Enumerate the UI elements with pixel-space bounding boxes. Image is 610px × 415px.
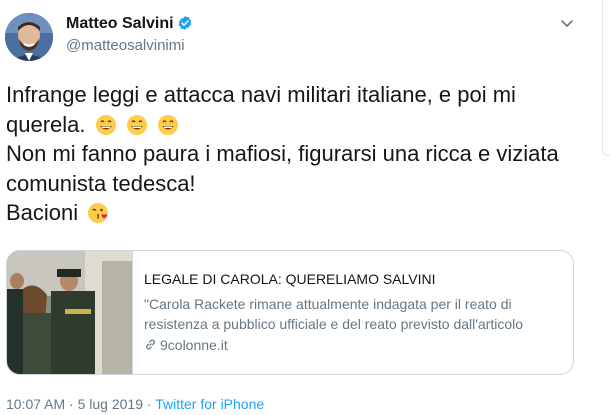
card-thumbnail-image (7, 251, 133, 374)
link-icon (145, 339, 156, 350)
tweet-line-2: querela. (6, 110, 576, 140)
tweet-source-link[interactable]: Twitter for iPhone (155, 396, 264, 412)
tweet-line-5: Bacioni (6, 198, 576, 228)
grinning-face-emoji-icon (157, 114, 178, 135)
display-name[interactable]: Matteo Salvini (66, 15, 193, 33)
card-title[interactable]: LEGALE DI CAROLA: QUERELIAMO SALVINI (144, 271, 436, 287)
verified-badge-icon (178, 16, 191, 30)
chevron-down-icon[interactable] (558, 14, 576, 32)
user-handle[interactable]: @matteosalvinimi (66, 37, 185, 54)
tweet-text: Infrange leggi e attacca navi militari i… (6, 80, 576, 228)
display-name-text[interactable]: Matteo Salvini (66, 15, 174, 32)
meta-separator: · (69, 396, 74, 412)
sidebar-panel-edge (602, 0, 610, 156)
meta-separator: · (146, 396, 152, 412)
tweet-line-2-text: querela. (6, 111, 86, 137)
grinning-face-emoji-icon (95, 114, 116, 135)
kissing-face-emoji-icon (88, 203, 109, 223)
tweet-container: Matteo Salvini @matteosalvinimi Infrange… (0, 0, 592, 415)
card-domain-text: 9colonne.it (160, 337, 228, 353)
card-description: "Carola Rackete rimane attualmente indag… (144, 294, 564, 334)
avatar[interactable] (5, 13, 53, 61)
tweet-line-4: comunista tedesca! (6, 170, 196, 196)
card-description-line-2: resistenza a pubblico ufficiale e del re… (144, 316, 524, 332)
tweet-line-1: Infrange leggi e attacca navi militari i… (6, 82, 516, 107)
tweet-line-3: Non mi fanno paura i mafiosi, figurarsi … (6, 141, 559, 166)
link-card[interactable]: LEGALE DI CAROLA: QUERELIAMO SALVINI "Ca… (6, 250, 574, 375)
tweet-meta: 10:07 AM · 5 lug 2019 · Twitter for iPho… (6, 396, 264, 412)
grinning-face-emoji-icon (126, 114, 147, 135)
card-domain[interactable]: 9colonne.it (144, 337, 228, 353)
card-description-line-1: "Carola Rackete rimane attualmente indag… (144, 296, 512, 312)
tweet-time[interactable]: 10:07 AM (6, 396, 65, 412)
tweet-line-5-text: Bacioni (6, 200, 79, 225)
tweet-date[interactable]: 5 lug 2019 (78, 396, 143, 412)
